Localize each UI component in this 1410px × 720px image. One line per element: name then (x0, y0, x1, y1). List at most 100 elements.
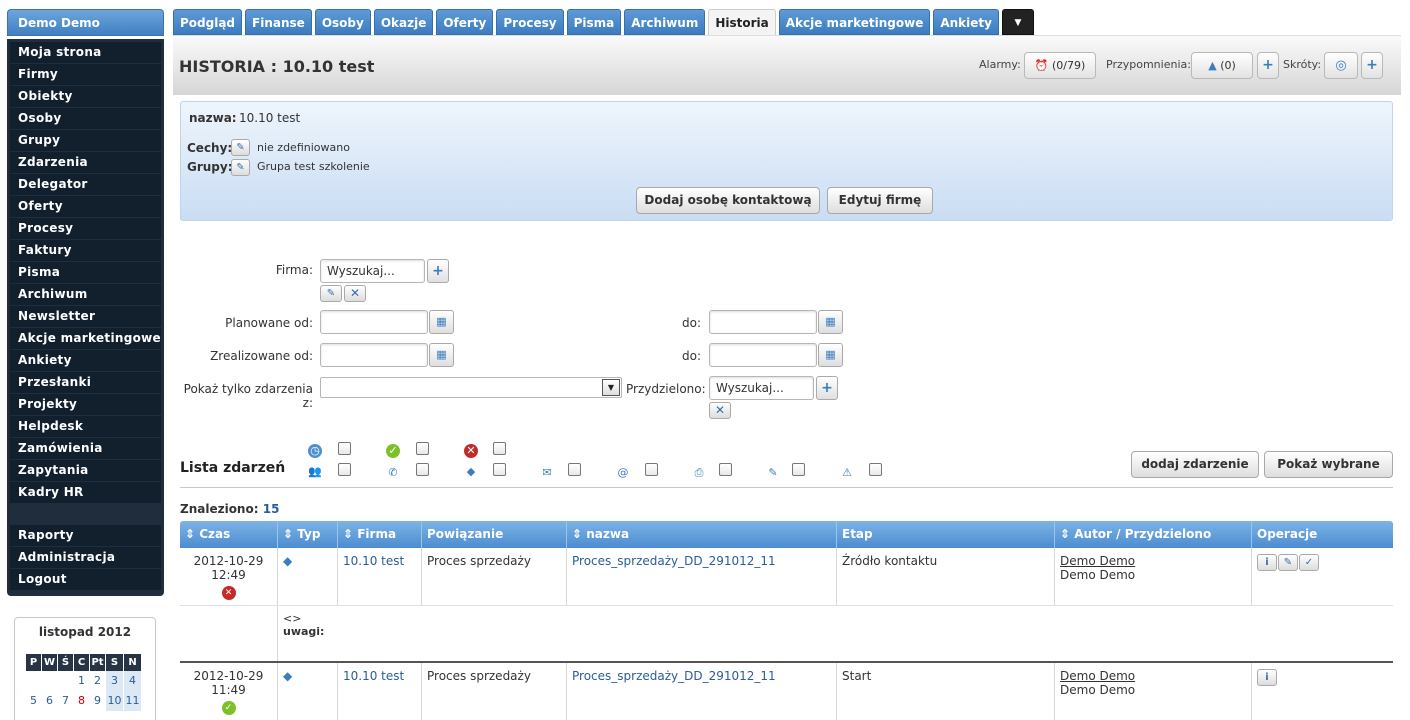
completed-to-input[interactable] (709, 343, 817, 367)
tab-procesy[interactable]: Procesy (496, 9, 564, 35)
sidebar-item-oferty[interactable]: Oferty (10, 196, 161, 217)
tab-finanse[interactable]: Finanse (245, 9, 312, 35)
company-cell[interactable]: 10.10 test (337, 548, 421, 605)
sidebar-item-procesy[interactable]: Procesy (10, 218, 161, 239)
info-icon[interactable]: i (1257, 669, 1277, 686)
calendar-day[interactable]: 7 (58, 691, 73, 711)
sidebar-item-zapytania[interactable]: Zapytania (10, 460, 161, 481)
planned-to-input[interactable] (709, 310, 817, 334)
calendar-day[interactable]: 4 (124, 671, 141, 691)
sidebar-item-newsletter[interactable]: Newsletter (10, 306, 161, 327)
filter-checkbox-alert[interactable] (869, 463, 882, 476)
calendar-day[interactable]: 3 (106, 671, 123, 691)
tab-archiwum[interactable]: Archiwum (624, 9, 706, 35)
filter-checkbox-email[interactable] (645, 463, 658, 476)
complete-check-icon[interactable]: ✓ (1299, 554, 1319, 571)
planned-from-input[interactable] (320, 310, 428, 334)
filter-checkbox-mail[interactable] (568, 463, 581, 476)
company-link[interactable]: 10.10 test (343, 554, 404, 568)
author-link[interactable]: Demo Demo (1060, 554, 1246, 568)
column-header-stage[interactable]: Etap (836, 521, 1054, 548)
table-row[interactable]: 2012-10-29 11:49 ✓ ◆ 10.10 test Proces s… (180, 661, 1393, 720)
tab-podglad[interactable]: Podgląd (173, 9, 243, 35)
sidebar-item-grupy[interactable]: Grupy (10, 130, 161, 151)
calendar-day[interactable]: 2 (90, 671, 105, 691)
name-cell[interactable]: Proces_sprzedaży_DD_291012_11 (566, 548, 836, 605)
sidebar-item-logout[interactable]: Logout (10, 569, 161, 590)
column-header-company[interactable]: ⇕ Firma (337, 521, 421, 548)
add-shortcut-button[interactable]: + (1361, 52, 1383, 79)
tab-pisma[interactable]: Pisma (566, 9, 622, 35)
company-cell[interactable]: 10.10 test (337, 663, 421, 720)
user-menu-button[interactable]: Demo Demo (7, 9, 164, 36)
alarms-button[interactable]: ⏰ (0/79) (1024, 52, 1096, 79)
filter-checkbox-scheduled[interactable] (338, 442, 351, 455)
sidebar-item-moja-strona[interactable]: Moja strona (10, 42, 161, 63)
edit-company-pencil-icon[interactable]: ✎ (320, 285, 342, 302)
add-company-button[interactable]: + (427, 259, 449, 283)
completed-to-calendar-icon[interactable]: ▦ (818, 343, 843, 367)
sidebar-item-ankiety[interactable]: Ankiety (10, 350, 161, 371)
event-name-link[interactable]: Proces_sprzedaży_DD_291012_11 (572, 669, 776, 683)
company-link[interactable]: 10.10 test (343, 669, 404, 683)
edit-features-pencil-icon[interactable]: ✎ (231, 139, 250, 156)
column-header-name[interactable]: ⇕ nazwa (566, 521, 836, 548)
calendar-day[interactable]: 10 (106, 691, 123, 711)
sidebar-item-faktury[interactable]: Faktury (10, 240, 161, 261)
completed-from-input[interactable] (320, 343, 428, 367)
name-cell[interactable]: Proces_sprzedaży_DD_291012_11 (566, 663, 836, 720)
calendar-day[interactable]: 5 (26, 691, 41, 711)
completed-from-calendar-icon[interactable]: ▦ (429, 343, 454, 367)
planned-to-calendar-icon[interactable]: ▦ (818, 310, 843, 334)
sidebar-item-delegator[interactable]: Delegator (10, 174, 161, 195)
tab-oferty[interactable]: Oferty (436, 9, 494, 35)
event-type-select[interactable]: ▼ (320, 377, 622, 398)
tab-ankiety[interactable]: Ankiety (933, 9, 999, 35)
filter-checkbox-meeting[interactable] (338, 463, 351, 476)
filter-checkbox-document[interactable] (792, 463, 805, 476)
clear-assigned-close-icon[interactable]: ✕ (709, 402, 731, 419)
company-search-input[interactable]: Wyszukaj... (320, 259, 425, 283)
column-header-time[interactable]: ⇕ Czas (180, 521, 277, 548)
tab-akcje-marketingowe[interactable]: Akcje marketingowe (778, 9, 931, 35)
add-reminder-button[interactable]: + (1257, 52, 1279, 79)
add-contact-person-button[interactable]: Dodaj osobę kontaktową (636, 187, 820, 214)
column-header-type[interactable]: ⇕ Typ (277, 521, 337, 548)
table-row[interactable]: 2012-10-29 12:49 ✕ ◆ 10.10 test Proces s… (180, 548, 1393, 605)
filter-checkbox-cancelled[interactable] (493, 442, 506, 455)
sidebar-item-zdarzenia[interactable]: Zdarzenia (10, 152, 161, 173)
calendar-day[interactable]: 11 (124, 691, 141, 711)
sidebar-item-helpdesk[interactable]: Helpdesk (10, 416, 161, 437)
author-link[interactable]: Demo Demo (1060, 669, 1246, 683)
add-assigned-button[interactable]: + (816, 376, 838, 400)
sidebar-item-pisma[interactable]: Pisma (10, 262, 161, 283)
event-name-link[interactable]: Proces_sprzedaży_DD_291012_11 (572, 554, 776, 568)
sidebar-item-kadry-hr[interactable]: Kadry HR (10, 482, 161, 503)
tab-more-dropdown[interactable]: ▼ (1001, 9, 1034, 35)
calendar-day[interactable]: 6 (42, 691, 57, 711)
sidebar-item-projekty[interactable]: Projekty (10, 394, 161, 415)
clear-company-close-icon[interactable]: ✕ (344, 285, 366, 302)
column-header-author[interactable]: ⇕ Autor / Przydzielono (1054, 521, 1251, 548)
planned-from-calendar-icon[interactable]: ▦ (429, 310, 454, 334)
sidebar-item-przeslanki[interactable]: Przesłanki (10, 372, 161, 393)
sidebar-item-obiekty[interactable]: Obiekty (10, 86, 161, 107)
sidebar-item-raporty[interactable]: Raporty (10, 525, 161, 546)
add-event-button[interactable]: dodaj zdarzenie (1131, 451, 1259, 478)
tab-okazje[interactable]: Okazje (373, 9, 434, 35)
filter-checkbox-done[interactable] (416, 442, 429, 455)
sidebar-item-akcje-marketingowe[interactable]: Akcje marketingowe (10, 328, 161, 349)
edit-groups-pencil-icon[interactable]: ✎ (231, 159, 250, 176)
edit-company-button[interactable]: Edytuj firmę (827, 187, 933, 214)
calendar-day[interactable]: 1 (74, 671, 89, 691)
filter-checkbox-tag[interactable] (493, 463, 506, 476)
column-header-relation[interactable]: Powiązanie (421, 521, 566, 548)
sidebar-item-zamowienia[interactable]: Zamówienia (10, 438, 161, 459)
assigned-search-input[interactable]: Wyszukaj... (709, 376, 814, 400)
sidebar-item-osoby[interactable]: Osoby (10, 108, 161, 129)
show-selected-button[interactable]: Pokaż wybrane (1264, 451, 1393, 478)
reminders-button[interactable]: ▲ (0) (1191, 52, 1253, 79)
filter-checkbox-print[interactable] (719, 463, 732, 476)
sidebar-item-firmy[interactable]: Firmy (10, 64, 161, 85)
edit-pencil-icon[interactable]: ✎ (1278, 554, 1298, 571)
